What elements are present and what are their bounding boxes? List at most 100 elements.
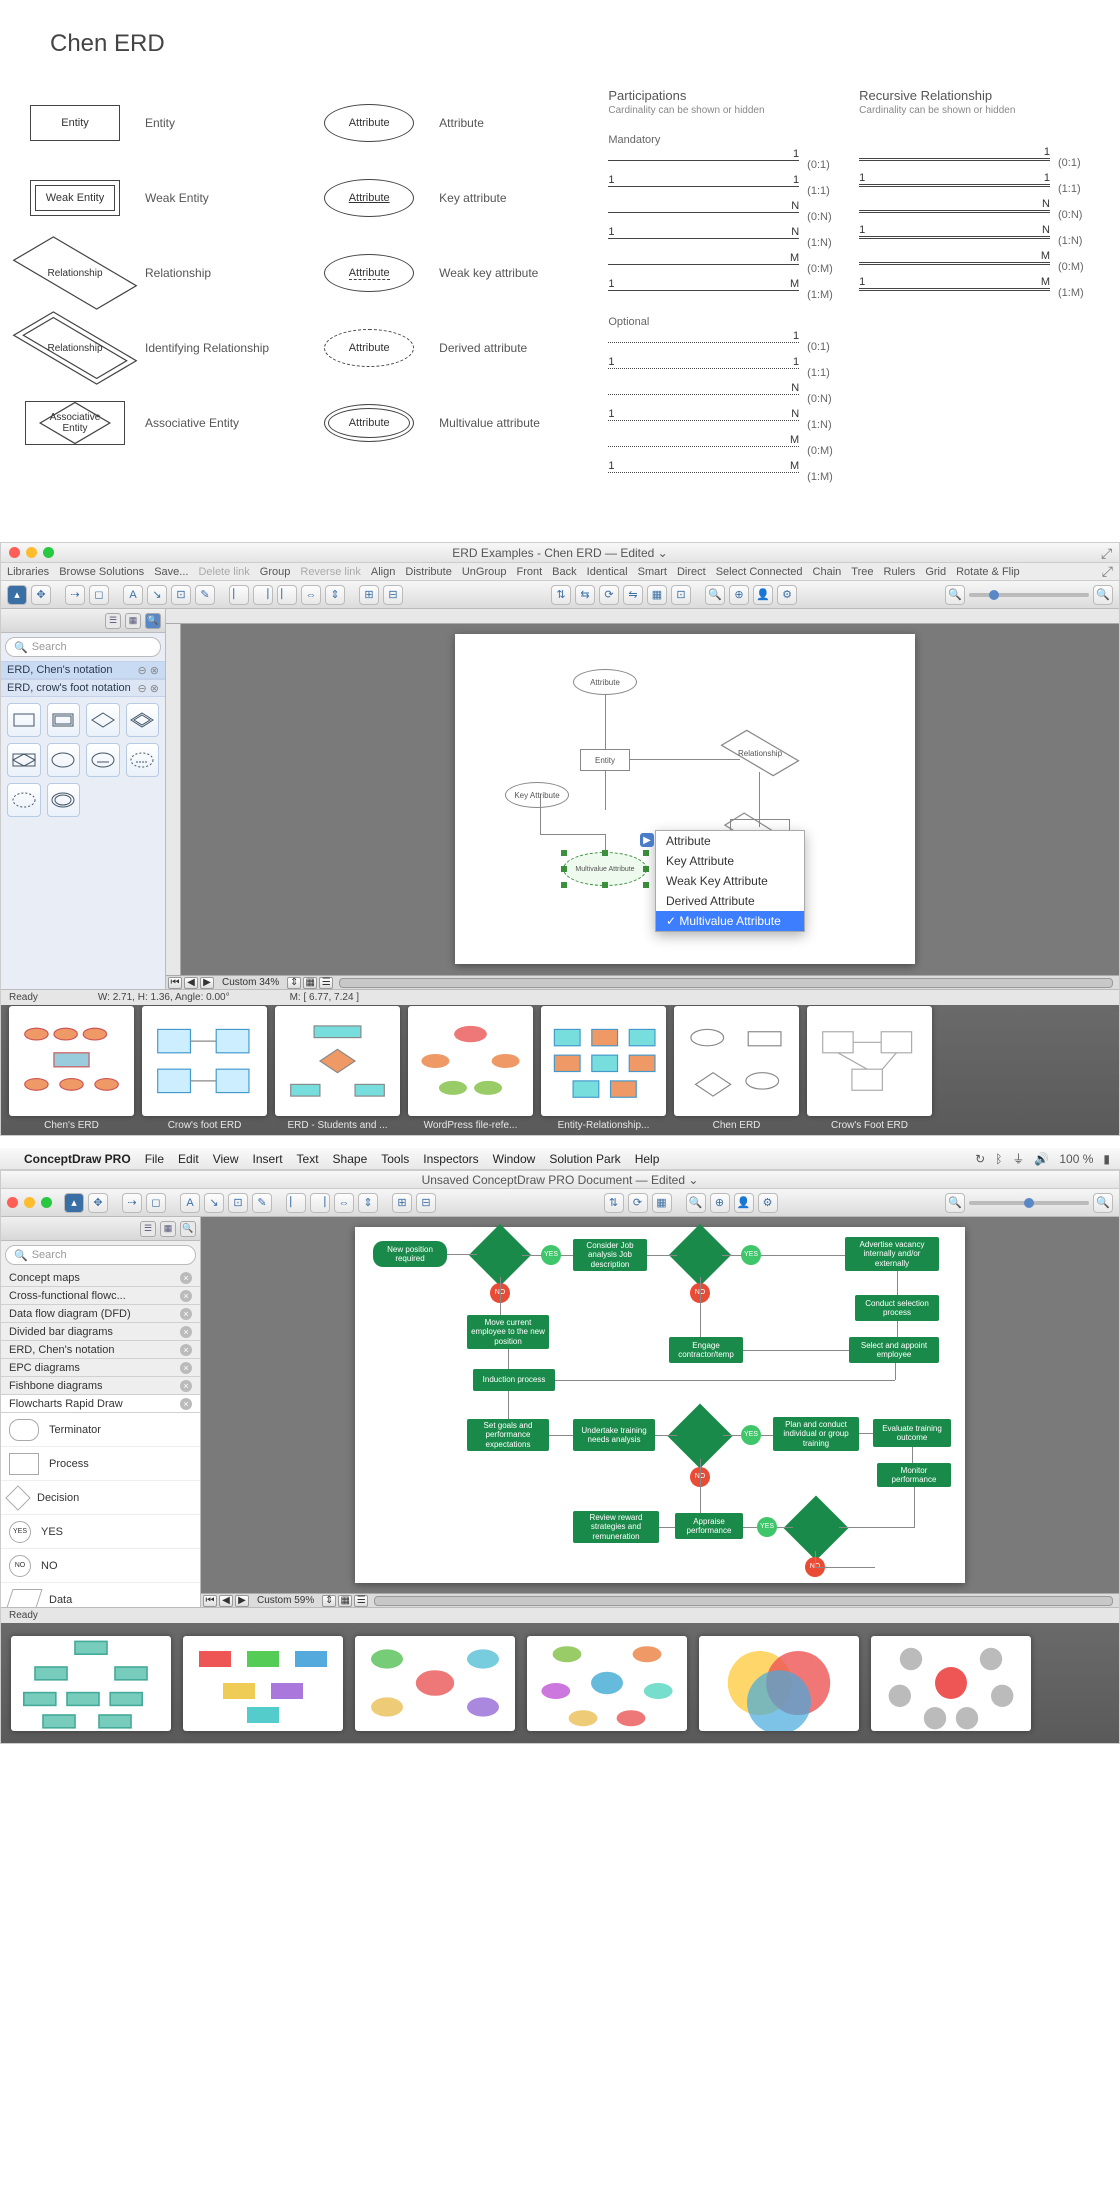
menu-item[interactable]: Identical (587, 566, 628, 578)
window-controls[interactable] (7, 1197, 52, 1208)
fc-yes[interactable]: YES (741, 1245, 761, 1265)
thumbnail[interactable] (11, 1636, 171, 1731)
menu-item[interactable]: Rulers (884, 566, 916, 578)
page-next-icon[interactable]: ▶ (200, 977, 214, 989)
rotate-icon[interactable]: ⟳ (628, 1193, 648, 1213)
pointer-tool-icon[interactable]: ▴ (64, 1193, 84, 1213)
sidebar-view-grid-icon[interactable]: ▦ (160, 1221, 176, 1237)
zoom-out-icon[interactable]: 🔍 (945, 585, 965, 605)
titlebar[interactable]: ERD Examples - Chen ERD — Edited ⌄ ⤢ (1, 543, 1119, 563)
group-icon[interactable]: ⊞ (359, 585, 379, 605)
settings-icon[interactable]: ⚙ (777, 585, 797, 605)
menu-item[interactable]: Group (260, 566, 291, 578)
shape-list-item[interactable]: Data (1, 1583, 200, 1607)
menu-item[interactable]: Save... (154, 566, 188, 578)
fc-recruit-decision[interactable]: Recruit new person? (478, 1233, 522, 1277)
library-item[interactable]: ERD, Chen's notation× (1, 1341, 200, 1359)
app-name[interactable]: ConceptDraw PRO (24, 1152, 131, 1166)
sidebar-view-list-icon[interactable]: ☰ (140, 1221, 156, 1237)
context-menu[interactable]: ▶AttributeKey AttributeWeak Key Attribut… (655, 830, 805, 932)
fc-appoint[interactable]: Select and appoint employee (849, 1337, 939, 1363)
close-icon[interactable] (7, 1197, 18, 1208)
fc-yes[interactable]: YES (757, 1517, 777, 1537)
menu-item[interactable]: Edit (178, 1152, 199, 1166)
fc-start[interactable]: New position required (373, 1241, 447, 1267)
snap-icon[interactable]: ⊡ (671, 585, 691, 605)
pointer-tool-icon[interactable]: ▴ (7, 585, 27, 605)
fc-move[interactable]: Move current employee to the new positio… (467, 1315, 549, 1349)
pen-tool-icon[interactable]: ✎ (252, 1193, 272, 1213)
page-first-icon[interactable]: ⏮ (203, 1595, 217, 1607)
shape-list-item[interactable]: Decision (1, 1481, 200, 1515)
group-icon[interactable]: ⊞ (392, 1193, 412, 1213)
menu-item[interactable]: Smart (638, 566, 667, 578)
shape-tool-icon[interactable]: ◻ (146, 1193, 166, 1213)
menu-item[interactable]: Grid (925, 566, 946, 578)
maximize-icon[interactable] (41, 1197, 52, 1208)
menu-item[interactable]: View (213, 1152, 239, 1166)
palette-shape[interactable] (7, 703, 41, 737)
maximize-icon[interactable] (43, 547, 54, 558)
thumbnail[interactable] (674, 1006, 799, 1116)
zoom-slider[interactable] (969, 1201, 1089, 1205)
canvas-relationship-node[interactable]: Relationship (730, 734, 790, 772)
fc-training-decision[interactable]: Training required? (677, 1413, 723, 1459)
timemachine-icon[interactable]: ↻ (975, 1152, 985, 1166)
fc-employ-decision[interactable]: Employ staff? (678, 1233, 722, 1277)
menu-item[interactable]: Reverse link (300, 566, 361, 578)
library-item[interactable]: ERD, Chen's notation⊖ ⊗ (1, 661, 165, 679)
shape-list-item[interactable]: NONO (1, 1549, 200, 1583)
user-icon[interactable]: 👤 (753, 585, 773, 605)
library-item[interactable]: Concept maps× (1, 1269, 200, 1287)
fc-engage[interactable]: Engage contractor/temp (669, 1337, 743, 1363)
fc-consider[interactable]: Consider Job analysis Job description (573, 1239, 647, 1271)
view-mode-2-icon[interactable]: ☰ (354, 1595, 368, 1607)
align2-icon[interactable]: ⎹ (310, 1193, 330, 1213)
thumbnail[interactable] (527, 1636, 687, 1731)
close-library-icon[interactable]: × (180, 1308, 192, 1320)
palette-shape[interactable] (86, 743, 120, 777)
close-library-icon[interactable]: × (180, 1290, 192, 1302)
palette-shape[interactable] (126, 743, 160, 777)
library-item[interactable]: Flowcharts Rapid Draw× (1, 1395, 200, 1413)
hand-tool-icon[interactable]: ✥ (88, 1193, 108, 1213)
library-item[interactable]: Data flow diagram (DFD)× (1, 1305, 200, 1323)
canvas-attribute-node[interactable]: Attribute (573, 669, 637, 695)
thumbnails-strip[interactable]: Chen's ERDCrow's foot ERDERD - Students … (1, 1005, 1119, 1135)
menu-item[interactable]: Text (297, 1152, 319, 1166)
fc-plan-training[interactable]: Plan and conduct individual or group tra… (773, 1417, 859, 1451)
connector-tool-icon[interactable]: ⇢ (122, 1193, 142, 1213)
palette-shape[interactable] (126, 703, 160, 737)
fc-advertise[interactable]: Advertise vacancy internally and/or exte… (845, 1237, 939, 1271)
search-input[interactable]: 🔍 Search (5, 637, 161, 657)
callout-tool-icon[interactable]: ⊡ (171, 585, 191, 605)
close-library-icon[interactable]: × (180, 1272, 192, 1284)
grid-icon[interactable]: ▦ (652, 1193, 672, 1213)
fc-skills-decision[interactable]: Skills achieved? (793, 1505, 839, 1551)
menu-item[interactable]: Help (635, 1152, 660, 1166)
expand-icon[interactable]: ⤢ (1101, 545, 1115, 559)
thumbnail[interactable] (699, 1636, 859, 1731)
fc-yes[interactable]: YES (541, 1245, 561, 1265)
thumbnail[interactable] (871, 1636, 1031, 1731)
fc-yes[interactable]: YES (741, 1425, 761, 1445)
view-mode-1-icon[interactable]: ▦ (338, 1595, 352, 1607)
shape-tool-icon[interactable]: ◻ (89, 585, 109, 605)
fc-selection[interactable]: Conduct selection process (855, 1295, 939, 1321)
close-library-icon[interactable]: × (180, 1398, 192, 1410)
arrange-icon[interactable]: ⇅ (551, 585, 571, 605)
canvas-selected-multivalue-node[interactable]: Multivalue Attribute (563, 852, 647, 886)
view-mode-1-icon[interactable]: ▦ (303, 977, 317, 989)
minimize-icon[interactable] (24, 1197, 35, 1208)
context-menu-item[interactable]: Attribute (656, 831, 804, 851)
palette-shape[interactable] (7, 743, 41, 777)
close-library-icon[interactable]: × (180, 1326, 192, 1338)
thumbnail[interactable] (9, 1006, 134, 1116)
thumbnails-strip[interactable] (1, 1623, 1119, 1743)
view-mode-2-icon[interactable]: ☰ (319, 977, 333, 989)
thumbnail[interactable] (541, 1006, 666, 1116)
zoom-slider[interactable] (969, 593, 1089, 597)
fc-appraise[interactable]: Appraise performance (675, 1513, 743, 1539)
menu-item[interactable]: Chain (813, 566, 842, 578)
library-item[interactable]: Fishbone diagrams× (1, 1377, 200, 1395)
